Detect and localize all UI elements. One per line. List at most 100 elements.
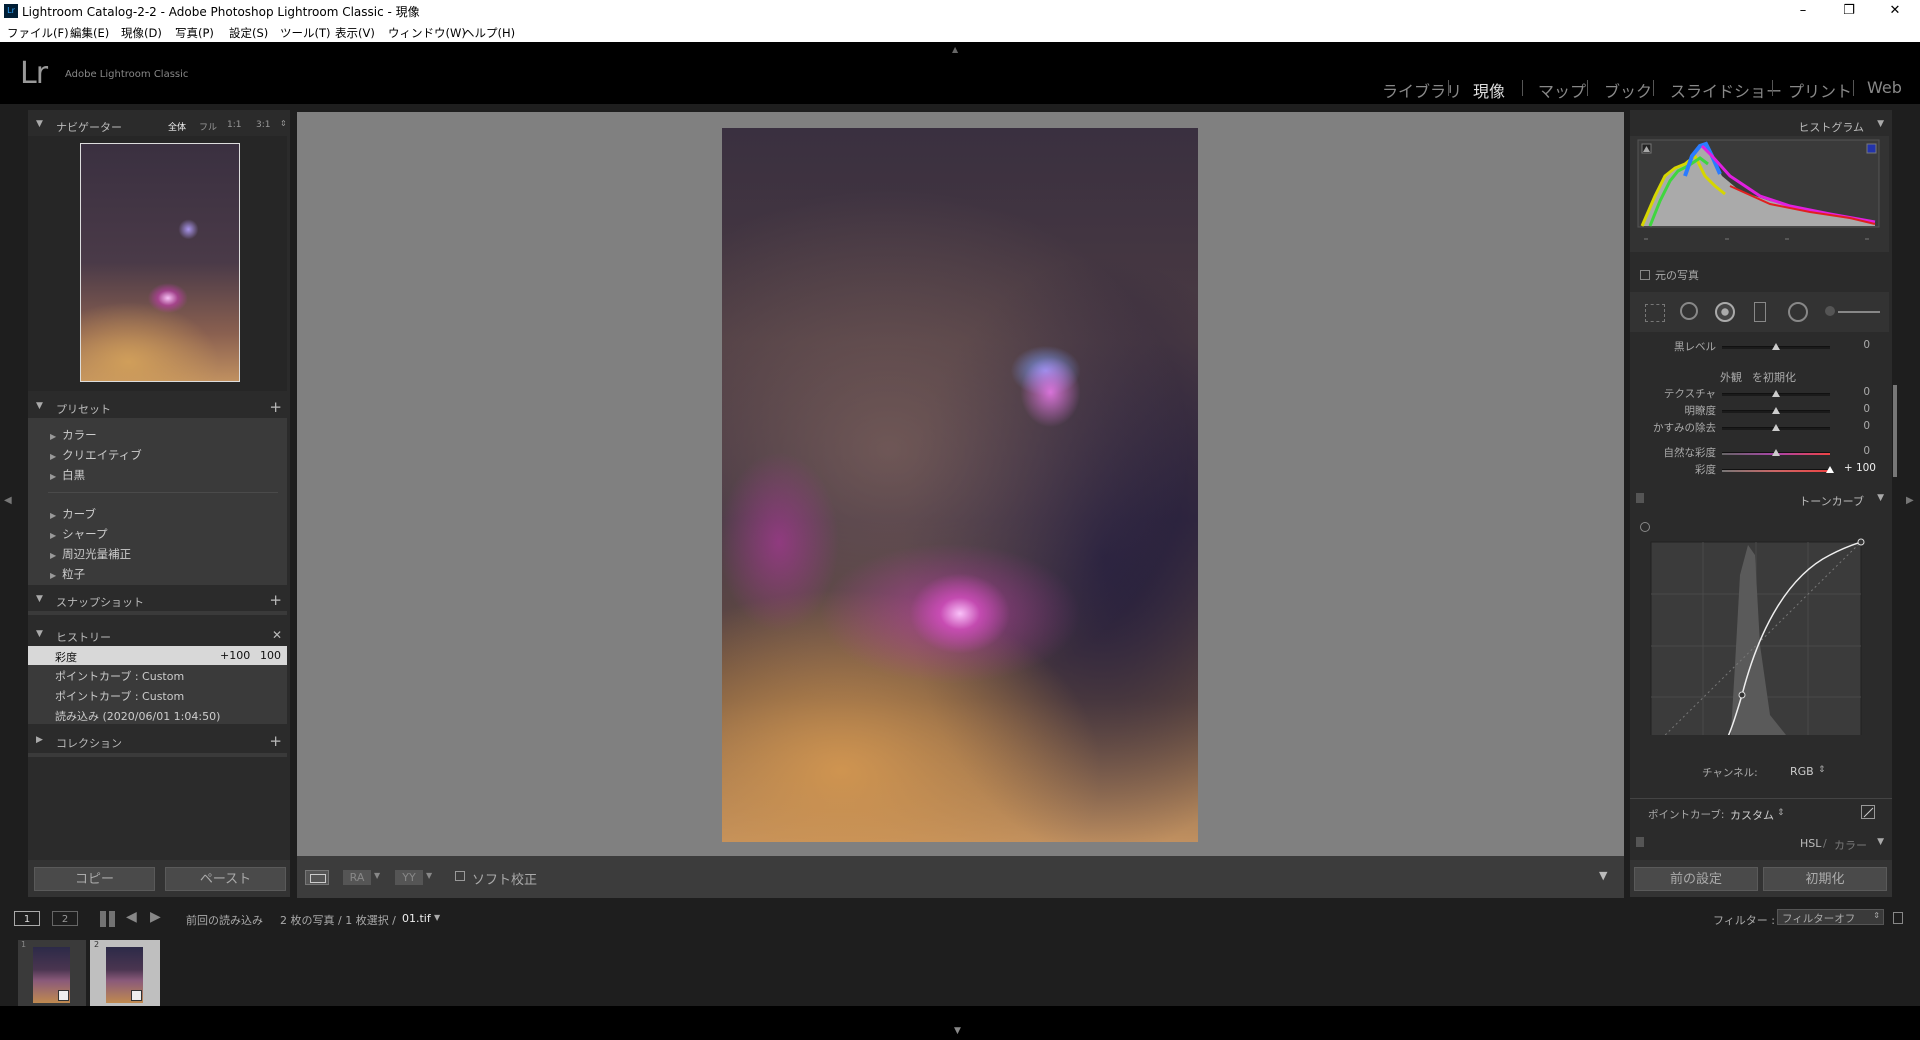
menu-settings[interactable]: 設定(S): [229, 25, 268, 41]
graduated-filter-icon[interactable]: [1754, 302, 1766, 322]
clear-history-icon[interactable]: ✕: [272, 628, 282, 642]
module-library[interactable]: ライブラリ: [1382, 78, 1462, 102]
texture-value[interactable]: 0: [1850, 386, 1870, 398]
paste-button[interactable]: ペースト: [165, 867, 286, 891]
vibrance-value[interactable]: 0: [1850, 445, 1870, 457]
original-photo-checkbox[interactable]: [1640, 270, 1650, 280]
maximize-button[interactable]: ❐: [1826, 0, 1872, 22]
saturation-thumb[interactable]: [1826, 466, 1834, 473]
channel-select[interactable]: RGB: [1790, 765, 1814, 778]
previous-settings-button[interactable]: 前の設定: [1634, 867, 1758, 891]
preset-group-curve[interactable]: ▶ カーブ: [50, 506, 96, 522]
forward-arrow-icon[interactable]: ▶: [150, 909, 161, 925]
minimize-button[interactable]: –: [1780, 0, 1826, 22]
before-after-icon[interactable]: RA: [343, 870, 371, 885]
menu-file[interactable]: ファイル(F): [7, 25, 69, 41]
zoom-3-1[interactable]: 3:1: [256, 120, 270, 130]
preset-group-grain[interactable]: ▶ 粒子: [50, 566, 85, 582]
menu-tools[interactable]: ツール(T): [280, 25, 331, 41]
add-collection-icon[interactable]: +: [269, 732, 282, 750]
primary-display-button[interactable]: 1: [14, 911, 40, 926]
preset-group-color[interactable]: ▶ カラー: [50, 427, 97, 443]
spot-removal-icon[interactable]: [1680, 302, 1698, 320]
panel-toggle-icon[interactable]: [1636, 837, 1644, 847]
red-eye-icon[interactable]: [1715, 302, 1735, 322]
module-develop[interactable]: 現像: [1473, 78, 1505, 102]
filter-select[interactable]: フィルターオフ ⇕: [1777, 909, 1884, 925]
left-panel-toggle-icon[interactable]: ◀: [4, 495, 12, 506]
module-slideshow[interactable]: スライドショー: [1670, 78, 1782, 102]
chevron-updown-icon[interactable]: ⇕: [1777, 808, 1785, 818]
crop-tool-icon[interactable]: [1645, 304, 1665, 322]
clarity-value[interactable]: 0: [1850, 403, 1870, 415]
presence-reset[interactable]: を初期化: [1752, 369, 1796, 385]
collection-header[interactable]: ▶ コレクション +: [28, 730, 290, 752]
texture-thumb[interactable]: [1772, 390, 1780, 397]
menu-photo[interactable]: 写真(P): [175, 25, 214, 41]
histogram-header[interactable]: ヒストグラム ▼: [1630, 114, 1892, 136]
chevron-down-icon[interactable]: ▼: [434, 913, 440, 922]
toolbar-menu-icon[interactable]: ▼: [1599, 869, 1607, 882]
photo-canvas[interactable]: [297, 112, 1624, 856]
reset-button[interactable]: 初期化: [1763, 867, 1887, 891]
chevron-down-icon[interactable]: ▼: [374, 871, 380, 880]
brush-icon[interactable]: [1825, 306, 1835, 316]
zoom-fit[interactable]: 全体: [168, 120, 186, 133]
zoom-1-1[interactable]: 1:1: [227, 120, 241, 130]
radial-filter-icon[interactable]: [1788, 302, 1808, 322]
history-item[interactable]: 読み込み (2020/06/01 1:04:50): [28, 705, 287, 724]
history-item[interactable]: ポイントカーブ : Custom: [28, 665, 287, 684]
source-label[interactable]: 前回の読み込み: [186, 912, 263, 928]
right-panel-scrollbar[interactable]: [1893, 385, 1897, 477]
hsl-header[interactable]: HSL / カラー ▼: [1630, 832, 1892, 854]
right-panel-toggle-icon[interactable]: ▶: [1906, 495, 1914, 506]
filmstrip-toggle-icon[interactable]: ▼: [954, 1026, 961, 1036]
dehaze-thumb[interactable]: [1772, 424, 1780, 431]
brush-slider[interactable]: [1838, 311, 1880, 313]
snapshot-header[interactable]: ▼ スナップショット +: [28, 589, 290, 611]
add-preset-icon[interactable]: +: [269, 398, 282, 416]
thumbnail-cell-selected[interactable]: 2: [90, 940, 160, 1008]
before-after-swap-icon[interactable]: YY: [395, 870, 423, 885]
navigator-preview[interactable]: [28, 136, 287, 391]
back-arrow-icon[interactable]: ◀: [126, 909, 137, 925]
tone-curve-graph[interactable]: [1630, 515, 1889, 735]
preset-group-creative[interactable]: ▶ クリエイティブ: [50, 447, 142, 463]
soft-proof-checkbox[interactable]: [455, 871, 465, 881]
copy-button[interactable]: コピー: [34, 867, 155, 891]
menu-edit[interactable]: 編集(E): [70, 25, 109, 41]
navigator-header[interactable]: ▼ ナビゲーター 全体 フル 1:1 3:1 ⇕: [28, 114, 290, 136]
presets-header[interactable]: ▼ プリセット +: [28, 396, 290, 418]
add-snapshot-icon[interactable]: +: [269, 591, 282, 609]
grid-view-icon[interactable]: [100, 911, 116, 927]
selected-filename[interactable]: 01.tif: [402, 912, 431, 925]
saturation-value[interactable]: + 100: [1840, 462, 1876, 474]
clarity-thumb[interactable]: [1772, 407, 1780, 414]
filter-lock-icon[interactable]: [1893, 912, 1903, 924]
preset-group-vignette[interactable]: ▶ 周辺光量補正: [50, 546, 131, 562]
zoom-stepper-icon[interactable]: ⇕: [280, 119, 287, 128]
top-panel-toggle-icon[interactable]: ▲: [952, 45, 958, 54]
module-print[interactable]: プリント: [1788, 78, 1852, 102]
chevron-updown-icon[interactable]: ⇕: [1818, 765, 1826, 775]
main-photo[interactable]: [722, 128, 1198, 842]
vibrance-thumb[interactable]: [1772, 449, 1780, 456]
saturation-slider[interactable]: [1722, 469, 1830, 472]
point-curve-select[interactable]: カスタム: [1730, 807, 1774, 823]
hsl-color-tab[interactable]: カラー: [1834, 837, 1867, 853]
loupe-view-icon[interactable]: [305, 870, 329, 885]
zoom-fill[interactable]: フル: [199, 120, 217, 133]
secondary-display-button[interactable]: 2: [52, 911, 78, 926]
tone-curve-header[interactable]: トーンカーブ ▼: [1630, 488, 1892, 510]
history-header[interactable]: ▼ ヒストリー ✕: [28, 624, 290, 646]
menu-view[interactable]: 表示(V): [335, 25, 375, 41]
module-book[interactable]: ブック: [1604, 78, 1652, 102]
close-button[interactable]: ✕: [1872, 0, 1918, 22]
history-item[interactable]: ポイントカーブ : Custom: [28, 685, 287, 704]
panel-toggle-icon[interactable]: [1636, 493, 1644, 503]
dehaze-value[interactable]: 0: [1850, 420, 1870, 432]
menu-develop[interactable]: 現像(D): [121, 25, 162, 41]
history-item[interactable]: 彩度 +100 100: [28, 646, 287, 665]
black-level-thumb[interactable]: [1772, 343, 1780, 350]
preset-group-bw[interactable]: ▶ 白黒: [50, 467, 85, 483]
